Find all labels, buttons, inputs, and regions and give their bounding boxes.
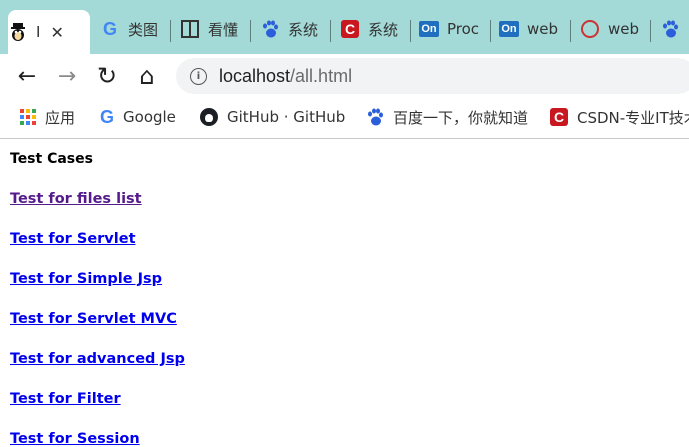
tab-strip: I ✕ G 类图 看懂 系统 C 系统 On Proc On web web: [0, 0, 689, 54]
bookmark-label: 应用: [45, 108, 76, 127]
tab-title: web: [527, 20, 559, 38]
baidu-paw-icon: [366, 108, 384, 126]
bookmark-apps[interactable]: 应用: [20, 98, 75, 136]
google-icon: G: [100, 106, 115, 127]
book-icon: [180, 19, 200, 39]
tab-separator: [330, 20, 331, 42]
link-advanced-jsp[interactable]: Test for advanced Jsp: [10, 351, 185, 367]
tab-system-1[interactable]: 系统: [260, 14, 322, 44]
tab-system-2[interactable]: C 系统: [340, 14, 402, 44]
link-servlet-mvc[interactable]: Test for Servlet MVC: [10, 311, 177, 327]
tab-title: 系统: [368, 20, 399, 39]
onenote-icon: On: [419, 19, 439, 39]
bookmark-github[interactable]: GitHub · GitHub: [200, 98, 345, 136]
page-heading: Test Cases: [10, 151, 93, 167]
tab-title: Proc: [447, 20, 480, 38]
back-arrow-icon: ←: [17, 63, 37, 89]
bookmark-label: Google: [123, 108, 176, 126]
tab-title: web: [608, 20, 640, 38]
tab-separator: [250, 20, 251, 42]
tab-class-diagram[interactable]: G 类图: [100, 14, 162, 44]
forward-arrow-icon: →: [57, 63, 77, 89]
tab-title: I: [36, 23, 41, 41]
link-session[interactable]: Test for Session: [10, 431, 140, 447]
csdn-icon: C: [550, 108, 568, 126]
tab-baidu[interactable]: [660, 14, 689, 44]
home-button[interactable]: ⌂: [131, 60, 163, 92]
tab-title: 系统: [288, 20, 319, 39]
apps-grid-icon: [20, 109, 36, 125]
url-path: /all.html: [290, 65, 353, 86]
reload-icon: ↻: [96, 62, 118, 90]
firefox-icon: [580, 19, 600, 39]
link-filter[interactable]: Test for Filter: [10, 391, 121, 407]
baidu-paw-icon: [260, 19, 280, 39]
tab-understand[interactable]: 看懂: [180, 14, 242, 44]
tab-title: 看懂: [208, 20, 239, 39]
github-icon: [200, 108, 218, 126]
close-tab-icon[interactable]: ✕: [50, 23, 63, 42]
reload-button[interactable]: ↻: [91, 60, 123, 92]
bookmark-label: CSDN-专业IT技术: [577, 108, 689, 127]
bookmark-baidu[interactable]: 百度一下，你就知道: [366, 98, 528, 136]
forward-button[interactable]: →: [51, 60, 83, 92]
browser-toolbar: ← → ↻ ⌂ i localhost/all.html: [0, 54, 689, 98]
tab-active[interactable]: I ✕: [8, 10, 90, 54]
bookmark-google[interactable]: G Google: [100, 98, 176, 136]
address-bar[interactable]: i localhost/all.html: [176, 58, 689, 94]
info-icon[interactable]: i: [190, 67, 207, 85]
tab-separator: [570, 20, 571, 42]
tab-separator: [410, 20, 411, 42]
bookmark-csdn[interactable]: C CSDN-专业IT技术: [550, 98, 689, 136]
bookmark-label: 百度一下，你就知道: [393, 108, 529, 127]
home-icon: ⌂: [139, 62, 155, 90]
tab-separator: [170, 20, 171, 42]
penguin-icon: [8, 22, 28, 42]
link-simple-jsp[interactable]: Test for Simple Jsp: [10, 271, 162, 287]
tab-web-1[interactable]: On web: [499, 14, 563, 44]
tab-separator: [490, 20, 491, 42]
csdn-icon: C: [340, 19, 360, 39]
baidu-paw-icon: [660, 19, 680, 39]
bookmark-label: GitHub · GitHub: [227, 108, 346, 126]
tab-proc[interactable]: On Proc: [419, 14, 483, 44]
link-servlet[interactable]: Test for Servlet: [10, 231, 136, 247]
tab-separator: [650, 20, 651, 42]
onenote-icon: On: [499, 19, 519, 39]
google-icon: G: [102, 18, 117, 39]
url-text[interactable]: localhost/all.html: [219, 66, 352, 87]
url-host: localhost: [219, 65, 291, 86]
back-button[interactable]: ←: [11, 60, 43, 92]
bookmarks-bar: 应用 G Google GitHub · GitHub 百度一下，你就知道 C …: [0, 98, 689, 139]
tab-title: 类图: [128, 20, 159, 39]
tab-web-2[interactable]: web: [580, 14, 644, 44]
link-files-list[interactable]: Test for files list: [10, 191, 142, 207]
